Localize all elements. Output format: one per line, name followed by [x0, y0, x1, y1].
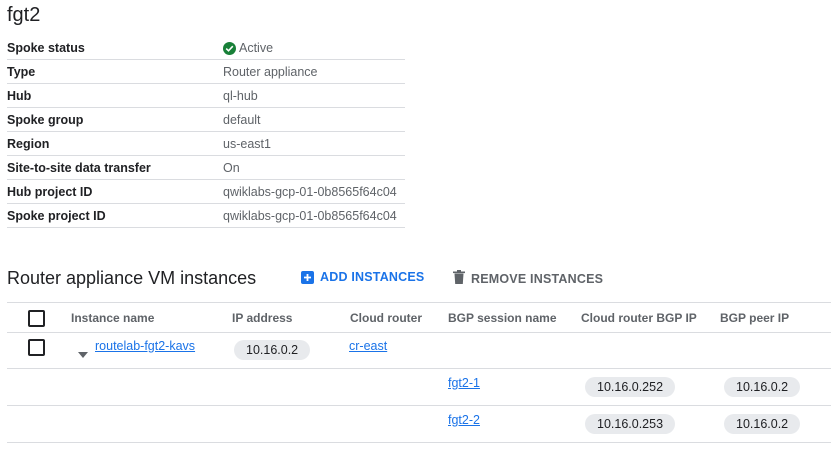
- detail-value: default: [223, 113, 261, 127]
- detail-row-region: Region us-east1: [7, 132, 405, 156]
- detail-key: Hub: [7, 89, 32, 103]
- bgp-peer-ip-chip: 10.16.0.2: [724, 414, 801, 434]
- add-instances-button[interactable]: ADD INSTANCES: [301, 270, 424, 284]
- detail-key: Region: [7, 137, 50, 151]
- detail-key: Spoke group: [7, 113, 84, 127]
- detail-value: qwiklabs-gcp-01-0b8565f64c04: [223, 185, 397, 199]
- detail-value: qwiklabs-gcp-01-0b8565f64c04: [223, 209, 397, 223]
- bgp-session-link[interactable]: fgt2-2: [448, 413, 480, 427]
- select-all-checkbox[interactable]: [28, 310, 45, 327]
- detail-row-site-to-site: Site-to-site data transfer On: [7, 156, 405, 180]
- detail-key: Spoke project ID: [7, 209, 106, 223]
- detail-key: Type: [7, 65, 36, 79]
- bgp-peer-ip-chip: 10.16.0.2: [724, 377, 801, 397]
- section-title: Router appliance VM instances: [7, 268, 257, 288]
- detail-row-spoke-group: Spoke group default: [7, 108, 405, 132]
- ip-address-chip: 10.16.0.2: [234, 340, 311, 360]
- detail-key: Spoke status: [7, 41, 85, 55]
- detail-row-hub-project: Hub project ID qwiklabs-gcp-01-0b8565f64…: [7, 180, 405, 204]
- cloud-router-bgp-ip-chip: 10.16.0.253: [585, 414, 676, 434]
- add-instances-label: ADD INSTANCES: [320, 270, 425, 284]
- table-row-session: fgt2-1 10.16.0.252 10.16.0.2: [7, 369, 831, 406]
- add-icon: [301, 270, 314, 284]
- detail-value: On: [223, 161, 240, 175]
- column-header-ip-address: IP address: [232, 311, 293, 325]
- instance-name-link[interactable]: routelab-fgt2-kavs: [95, 339, 195, 353]
- detail-value: Router appliance: [223, 65, 318, 79]
- detail-row-spoke-project: Spoke project ID qwiklabs-gcp-01-0b8565f…: [7, 204, 405, 228]
- expand-caret-icon[interactable]: [78, 345, 88, 363]
- detail-key: Site-to-site data transfer: [7, 161, 151, 175]
- remove-instances-button[interactable]: REMOVE INSTANCES: [453, 270, 603, 287]
- column-header-bgp-peer-ip: BGP peer IP: [720, 311, 790, 325]
- detail-value: us-east1: [223, 137, 271, 151]
- detail-row-type: Type Router appliance: [7, 60, 405, 84]
- table-row-instance: routelab-fgt2-kavs 10.16.0.2 cr-east: [7, 332, 831, 369]
- detail-row-spoke-status: Spoke status Active: [7, 36, 405, 60]
- status-text: Active: [239, 41, 274, 55]
- detail-value: Active: [223, 41, 273, 55]
- trash-icon: [453, 270, 465, 287]
- check-circle-icon: [223, 41, 236, 55]
- column-header-bgp-session-name: BGP session name: [448, 311, 557, 325]
- column-header-instance-name: Instance name: [71, 311, 155, 325]
- remove-instances-label: REMOVE INSTANCES: [471, 271, 604, 286]
- detail-row-hub: Hub ql-hub: [7, 84, 405, 108]
- detail-key: Hub project ID: [7, 185, 93, 199]
- cloud-router-bgp-ip-chip: 10.16.0.252: [585, 377, 676, 397]
- table-header: Instance name IP address Cloud router BG…: [7, 302, 831, 333]
- column-header-cloud-router: Cloud router: [350, 311, 422, 325]
- bgp-session-link[interactable]: fgt2-1: [448, 376, 480, 390]
- column-header-cloud-router-bgp-ip: Cloud router BGP IP: [581, 311, 697, 325]
- row-select-checkbox[interactable]: [28, 339, 45, 356]
- cloud-router-link[interactable]: cr-east: [349, 339, 387, 353]
- page-title: fgt2: [7, 4, 41, 26]
- detail-value: ql-hub: [223, 89, 258, 103]
- table-row-session: fgt2-2 10.16.0.253 10.16.0.2: [7, 406, 831, 443]
